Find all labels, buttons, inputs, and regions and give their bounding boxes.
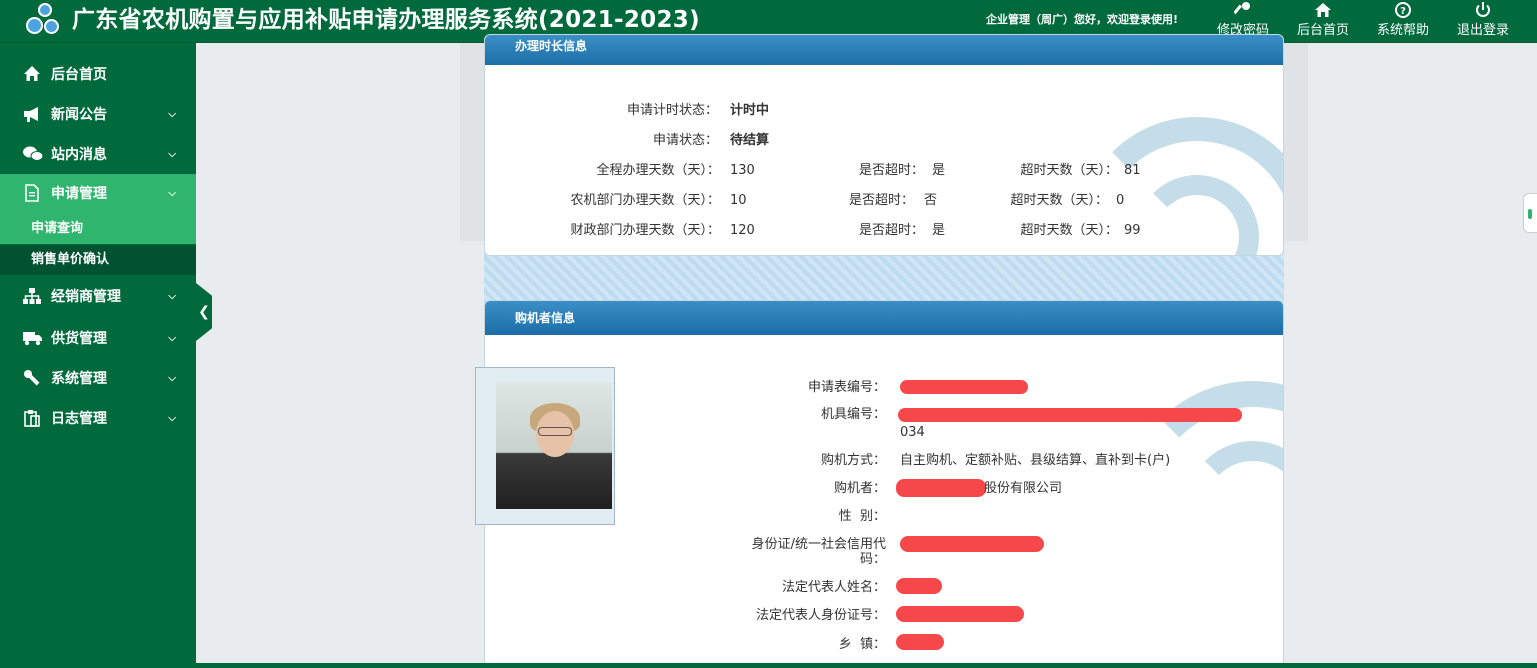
agri-days-label: 农机部门办理天数（天）： (570, 193, 720, 208)
finance-days-label: 财政部门办理天数（天）： (570, 223, 720, 238)
chevron-down-icon: ⌵ (168, 373, 176, 384)
sidebar-item-logs[interactable]: 日志管理 ⌵ (0, 399, 196, 439)
panel-title: 购机者信息 (485, 301, 1283, 335)
wrench-icon (22, 369, 42, 389)
agri-overdue-value: 否 (924, 193, 938, 208)
system-help-button[interactable]: ? 系统帮助 (1372, 0, 1434, 43)
total-overdue-label: 是否超时： (858, 163, 924, 178)
sidebar-item-home[interactable]: 后台首页 (0, 55, 196, 95)
megaphone-icon (22, 105, 42, 125)
buyer-photo-frame (475, 367, 615, 525)
machine-number-suffix: 034 (900, 425, 925, 440)
chevron-down-icon: ⌵ (168, 291, 176, 302)
status-value: 待结算 (730, 133, 770, 148)
buyer-photo (496, 383, 612, 509)
redaction-mark (900, 380, 1028, 394)
chevron-left-icon: ❮ (198, 304, 210, 320)
home-icon (1292, 1, 1354, 23)
total-over-days-label: 超时天数（天）： (1020, 163, 1118, 178)
finance-over-days-label: 超时天数（天）： (1020, 223, 1118, 238)
svg-text:?: ? (1400, 6, 1406, 17)
document-icon (22, 184, 42, 204)
finance-overdue-label: 是否超时： (858, 223, 924, 238)
logout-button[interactable]: 退出登录 (1452, 0, 1514, 43)
agri-days-value: 10 (730, 193, 747, 208)
agri-over-days-value: 0 (1116, 193, 1125, 208)
clipboard-icon (22, 409, 42, 429)
admin-home-button[interactable]: 后台首页 (1292, 0, 1354, 43)
redaction-mark (896, 634, 944, 650)
total-over-days-value: 81 (1124, 163, 1141, 178)
machine-number-label: 机具编号： (820, 407, 886, 422)
sidebar-item-system[interactable]: 系统管理 ⌵ (0, 359, 196, 399)
sidebar: 后台首页 新闻公告 ⌵ 站内消息 ⌵ 申请管理 ⌵ 申请查询 销售单价确认 经销… (0, 43, 196, 668)
finance-over-days-value: 99 (1124, 223, 1141, 238)
chevron-down-icon: ⌵ (168, 188, 176, 199)
finance-days-value: 120 (730, 223, 755, 238)
sitemap-icon (22, 287, 42, 307)
sidebar-subitem-price-confirm[interactable]: 销售单价确认 (0, 245, 196, 275)
redaction-mark (896, 479, 986, 497)
power-icon (1452, 1, 1514, 23)
agri-over-days-label: 超时天数（天）： (1010, 193, 1108, 208)
sidebar-item-messages[interactable]: 站内消息 ⌵ (0, 135, 196, 175)
buyer-label: 购机者： (833, 481, 886, 496)
sidebar-item-news[interactable]: 新闻公告 ⌵ (0, 95, 196, 135)
redaction-mark (896, 578, 942, 594)
gender-label: 性 别： (838, 509, 886, 524)
sidebar-item-applications[interactable]: 申请管理 ⌵ (0, 174, 196, 214)
app-logo-icon (24, 2, 62, 40)
legal-rep-id-label: 法定代表人身份证号： (755, 608, 886, 623)
timing-status-value: 计时中 (730, 103, 770, 118)
redaction-mark (896, 606, 1024, 622)
buyer-name-suffix: 股份有限公司 (984, 481, 1063, 496)
sidebar-item-dealers[interactable]: 经销商管理 ⌵ (0, 277, 196, 317)
purchase-method-label: 购机方式： (820, 453, 886, 468)
legal-rep-name-label: 法定代表人姓名： (781, 580, 886, 595)
welcome-message: 企业管理（周广）您好，欢迎登录使用! (986, 13, 1179, 26)
redaction-mark (898, 408, 1242, 422)
bottom-border (196, 663, 1537, 668)
agri-overdue-label: 是否超时： (848, 193, 914, 208)
finance-overdue-value: 是 (932, 223, 946, 238)
redaction-mark (900, 536, 1044, 552)
key-icon (1212, 1, 1274, 23)
truck-icon (22, 329, 42, 349)
purchase-method-value: 自主购机、定额补贴、县级结算、直补到卡(户) (900, 453, 1171, 468)
sidebar-subitem-application-query[interactable]: 申请查询 (0, 214, 196, 244)
chevron-down-icon: ⌵ (168, 109, 176, 120)
form-number-label: 申请表编号： (807, 380, 886, 395)
help-icon: ? (1372, 1, 1434, 23)
sidebar-item-supply[interactable]: 供货管理 ⌵ (0, 319, 196, 359)
total-days-label: 全程办理天数（天）： (596, 163, 720, 178)
chevron-down-icon: ⌵ (168, 149, 176, 160)
total-days-value: 130 (730, 163, 755, 178)
app-title: 广东省农机购置与应用补贴申请办理服务系统(2021-2023) (72, 7, 700, 33)
total-overdue-value: 是 (932, 163, 946, 178)
timing-status-label: 申请计时状态： (626, 103, 718, 118)
status-label: 申请状态： (652, 133, 718, 148)
town-label: 乡 镇： (838, 637, 886, 652)
side-tool-handle[interactable] (1523, 193, 1537, 233)
sidebar-collapse-toggle[interactable]: ❮ (196, 283, 212, 341)
chevron-down-icon: ⌵ (168, 413, 176, 424)
chat-icon (22, 145, 44, 165)
panel-title: 办理时长信息 (485, 35, 1283, 65)
id-code-label-line2: 码： (859, 552, 886, 567)
chevron-down-icon: ⌵ (168, 333, 176, 344)
home-icon (22, 65, 42, 85)
